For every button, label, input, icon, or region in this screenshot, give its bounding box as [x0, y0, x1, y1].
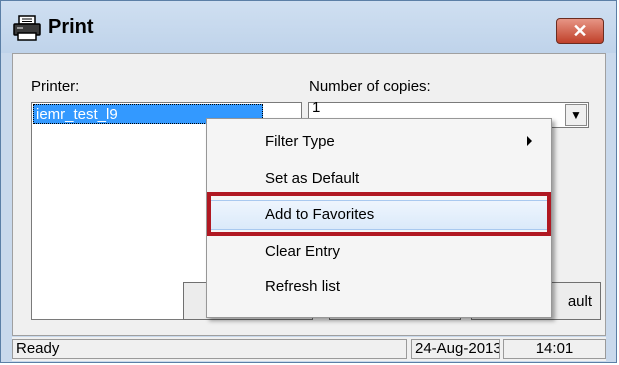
- copies-value: 1: [312, 99, 321, 116]
- status-bar: Ready 24-Aug-2013 14:01: [12, 337, 606, 361]
- menu-item-clear-entry[interactable]: Clear Entry: [209, 237, 549, 267]
- highlight-annotation: [207, 192, 551, 236]
- window-title: Print: [48, 16, 94, 38]
- dialog-button-3-label: ault: [567, 292, 592, 310]
- menu-item-refresh-list[interactable]: Refresh list: [209, 272, 549, 302]
- submenu-arrow-icon: [527, 136, 532, 146]
- title-bar[interactable]: Print ✕: [1, 1, 616, 53]
- status-text: Ready: [12, 339, 407, 359]
- menu-item-label: Filter Type: [265, 133, 335, 150]
- close-icon: ✕: [572, 20, 588, 41]
- printer-icon: [13, 15, 41, 41]
- menu-item-label: Refresh list: [265, 278, 341, 295]
- printer-label: Printer:: [31, 78, 80, 95]
- close-button[interactable]: ✕: [556, 18, 604, 44]
- menu-item-label: Clear Entry: [265, 243, 341, 260]
- copies-dropdown-button[interactable]: ▼: [565, 104, 587, 126]
- menu-item-set-as-default[interactable]: Set as Default: [209, 164, 549, 194]
- menu-item-label: Set as Default: [265, 170, 360, 187]
- status-time: 14:01: [503, 339, 606, 359]
- menu-item-filter-type[interactable]: Filter Type: [209, 127, 549, 157]
- chevron-down-icon: ▼: [570, 108, 582, 122]
- copies-label: Number of copies:: [309, 78, 431, 95]
- status-date: 24-Aug-2013: [411, 339, 500, 359]
